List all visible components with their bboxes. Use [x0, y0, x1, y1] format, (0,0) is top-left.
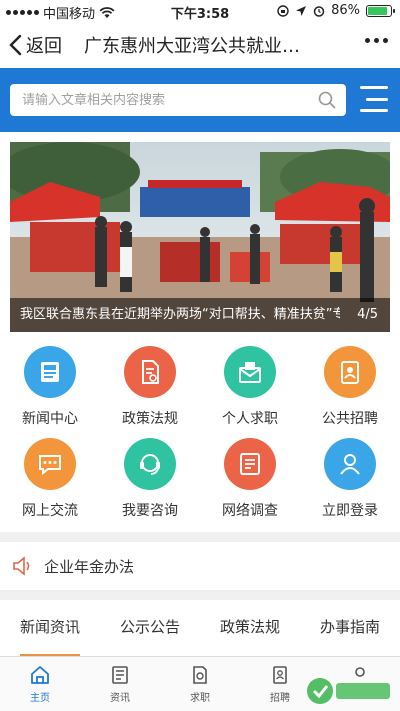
tab-guide[interactable]: 办事指南: [300, 600, 400, 656]
lock-rotation-icon: [277, 4, 289, 17]
recruit-icon: [273, 666, 287, 684]
headset-icon: [124, 438, 176, 490]
main-content: 我区联合惠东县在近期举办两场“对口帮扶、精准扶贫”专… 4/5 新闻中心 政策法…: [0, 132, 400, 532]
banner-caption-text: 我区联合惠东县在近期举办两场“对口帮扶、精准扶贫”专…: [20, 307, 340, 322]
tab-announcements[interactable]: 公示公告: [100, 600, 200, 656]
resume-envelope-icon: [224, 346, 276, 398]
divider: [0, 590, 400, 600]
grid-item-jobseek[interactable]: 个人求职: [200, 346, 300, 438]
tab-news[interactable]: 新闻资讯: [0, 600, 100, 656]
more-dot-icon: [365, 38, 370, 43]
survey-icon: [224, 438, 276, 490]
banner-caption: 我区联合惠东县在近期举办两场“对口帮扶、精准扶贫”专… 4/5: [10, 298, 390, 332]
grid-item-news[interactable]: 新闻中心: [0, 346, 100, 438]
notice-row[interactable]: 企业年金办法: [0, 542, 400, 590]
grid-item-consult[interactable]: 我要咨询: [100, 438, 200, 530]
more-dot-icon: [374, 38, 379, 43]
grid-item-login[interactable]: 立即登录: [300, 438, 400, 530]
recruit-clipboard-icon: [324, 346, 376, 398]
grid-item-label: 我要咨询: [122, 503, 178, 519]
tabbar-label: 主页: [30, 693, 50, 704]
grid-item-label: 网络调查: [222, 503, 278, 519]
status-bar: 中国移动 下午3:58 86%: [0, 0, 400, 22]
grid-item-label: 政策法规: [122, 411, 178, 427]
page-title: 广东惠州大亚湾公共就业…: [84, 36, 300, 57]
chat-icon: [24, 438, 76, 490]
grid-item-label: 新闻中心: [22, 411, 78, 427]
more-button[interactable]: [365, 38, 388, 43]
battery-percent: 86%: [331, 3, 360, 18]
alarm-icon: [313, 5, 325, 17]
notice-label: 企业年金办法: [44, 557, 135, 576]
grid-item-label: 立即登录: [322, 503, 378, 519]
menu-icon[interactable]: [360, 86, 388, 112]
jobseek-icon: [193, 666, 207, 684]
search-header: [0, 68, 400, 132]
tabbar-news[interactable]: 资讯: [80, 657, 160, 711]
chevron-left-icon: [9, 34, 22, 56]
more-dot-icon: [383, 38, 388, 43]
search-input[interactable]: [10, 84, 300, 116]
search-icon[interactable]: [318, 91, 336, 109]
grid-item-policy[interactable]: 政策法规: [100, 346, 200, 438]
tabbar-jobseek[interactable]: 求职: [160, 657, 240, 711]
divider: [0, 532, 400, 542]
location-icon: [296, 5, 307, 16]
grid-item-label: 个人求职: [222, 411, 278, 427]
tabbar-home[interactable]: 主页: [0, 657, 80, 711]
grid-item-label: 公共招聘: [322, 411, 378, 427]
tabbar-label: 资讯: [110, 693, 130, 704]
grid-item-survey[interactable]: 网络调查: [200, 438, 300, 530]
news-tabs: 新闻资讯 公示公告 政策法规 办事指南: [0, 600, 400, 656]
tabbar-label: 求职: [190, 693, 210, 704]
tabbar-label: 招聘: [270, 693, 290, 704]
back-label: 返回: [26, 36, 62, 57]
news-doc-icon: [112, 666, 128, 684]
watermark-logo: [307, 678, 390, 704]
banner-pager: 4/5: [357, 307, 378, 322]
grid-item-recruit[interactable]: 公共招聘: [300, 346, 400, 438]
user-icon: [324, 438, 376, 490]
grid-item-label: 网上交流: [22, 503, 78, 519]
policy-doc-icon: [124, 346, 176, 398]
battery-icon: [366, 4, 395, 17]
grid-item-chat[interactable]: 网上交流: [0, 438, 100, 530]
speaker-icon: [13, 556, 30, 576]
home-icon: [31, 666, 49, 684]
tab-policy[interactable]: 政策法规: [200, 600, 300, 656]
news-icon: [24, 346, 76, 398]
nav-bar: 返回 广东惠州大亚湾公共就业…: [0, 22, 400, 68]
banner-carousel[interactable]: 我区联合惠东县在近期举办两场“对口帮扶、精准扶贫”专… 4/5: [10, 142, 390, 332]
search-box: [10, 84, 346, 116]
back-button[interactable]: 返回: [0, 22, 62, 68]
